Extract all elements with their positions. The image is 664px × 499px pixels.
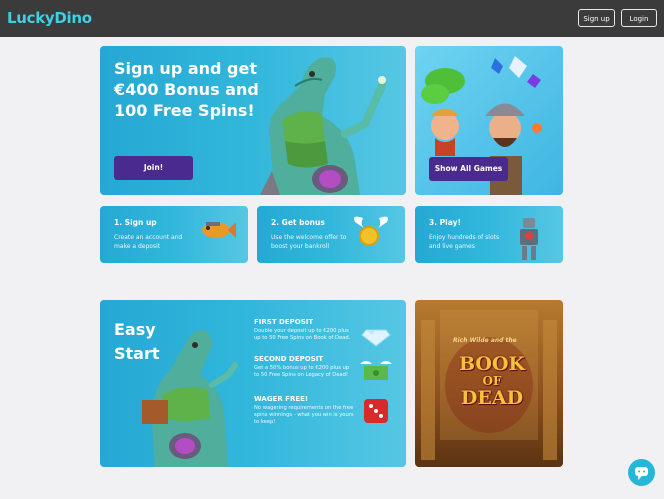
- chat-icon: [635, 467, 648, 480]
- step-description: Create an account and make a deposit: [114, 234, 183, 250]
- book-of-dead-subtitle: Rich Wilde and the: [453, 337, 517, 344]
- show-all-games-button[interactable]: Show All Games: [429, 157, 508, 181]
- of-word: OF: [482, 374, 502, 388]
- wager-free-title: WAGER FREE!: [254, 395, 309, 403]
- step-card-sign-up: 1. Sign up Create an account and make a …: [100, 206, 248, 263]
- dead-word: DEAD: [460, 387, 524, 409]
- step-card-get-bonus: 2. Get bonus Use the welcome offer to bo…: [257, 206, 405, 263]
- flying-money-icon: [360, 361, 392, 380]
- book-word: BOOK: [458, 353, 526, 375]
- diamond-icon: [361, 329, 391, 347]
- goldfish-icon: [202, 222, 236, 238]
- signup-button[interactable]: Sign up: [578, 9, 615, 27]
- hero-title: Sign up and get €400 Bonus and 100 Free …: [114, 59, 259, 120]
- book-of-dead-card[interactable]: Rich Wilde and the BOOK OF DEAD: [415, 300, 563, 467]
- easy-start-title: Easy Start: [114, 320, 160, 363]
- first-deposit-description: Double your deposit up to €200 plus up t…: [254, 328, 351, 341]
- dice-icon: [364, 399, 388, 423]
- robot-icon: [520, 218, 538, 260]
- step-description: Enjoy hundreds of slots and live games: [429, 234, 500, 250]
- top-navigation-bar: LuckyDino Sign up Login: [0, 0, 664, 37]
- first-deposit-title: FIRST DEPOSIT: [254, 318, 314, 326]
- join-button[interactable]: Join!: [114, 156, 193, 180]
- chat-support-button[interactable]: [628, 459, 655, 486]
- easy-start-card: Easy Start FIRST DEPOSIT Double your dep…: [100, 300, 406, 467]
- step-card-play: 3. Play! Enjoy hundreds of slots and liv…: [415, 206, 563, 263]
- login-button[interactable]: Login: [621, 9, 657, 27]
- step-title: 2. Get bonus: [271, 218, 325, 227]
- step-title: 1. Sign up: [114, 218, 157, 227]
- games-promo-card: Show All Games: [415, 46, 563, 195]
- lucky-dino-logo[interactable]: LuckyDino: [7, 9, 92, 27]
- hero-promo-card: Sign up and get €400 Bonus and 100 Free …: [100, 46, 406, 195]
- wager-free-description: No wagering requirements on the free spi…: [254, 405, 354, 425]
- book-of-dead-logo: BOOK OF DEAD: [452, 354, 532, 408]
- step-description: Use the welcome offer to boost your bank…: [271, 234, 347, 250]
- winged-coin-icon: [354, 216, 388, 246]
- second-deposit-description: Get a 50% bonus up to €200 plus up to 50…: [254, 365, 350, 378]
- step-title: 3. Play!: [429, 218, 461, 227]
- second-deposit-title: SECOND DEPOSIT: [254, 355, 324, 363]
